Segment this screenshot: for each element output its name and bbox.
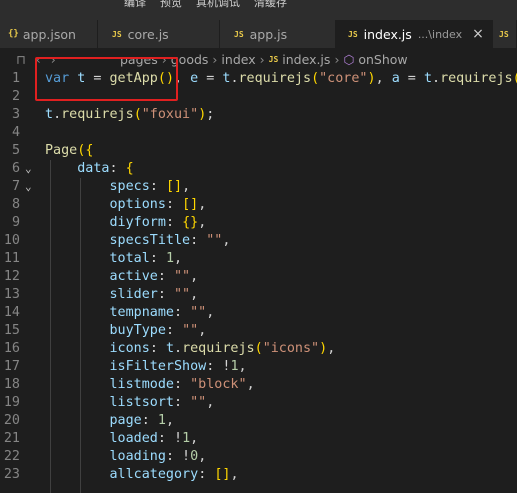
line-number: 21 xyxy=(3,431,20,446)
code-text: allcategory: [], xyxy=(109,467,239,482)
code-line[interactable]: 13 slider: "", xyxy=(0,286,517,304)
tab-core-js[interactable]: JS core.js xyxy=(98,20,220,48)
code-line[interactable]: 15 buyType: "", xyxy=(0,322,517,340)
line-number: 1 xyxy=(11,71,20,86)
line-number: 8 xyxy=(11,197,20,212)
code-line[interactable]: 14 tempname: "", xyxy=(0,304,517,322)
line-number: 10 xyxy=(3,233,20,248)
line-number: 19 xyxy=(3,395,20,410)
code-text: page: 1, xyxy=(109,413,175,428)
code-text: total: 1, xyxy=(109,251,183,266)
line-number: 2 xyxy=(11,89,20,104)
code-text: loaded: !1, xyxy=(109,431,199,446)
code-text: Page({ xyxy=(45,143,94,158)
chevron-right-icon: › xyxy=(334,51,340,67)
line-number: 12 xyxy=(3,269,20,284)
line-number: 6 xyxy=(11,161,20,176)
tab-app-json[interactable]: {} app.json xyxy=(0,20,98,48)
tab-path: ...\index xyxy=(417,27,463,41)
code-text: t.requirejs("foxui"); xyxy=(45,107,215,122)
code-line[interactable]: 10 specsTitle: "", xyxy=(0,232,517,250)
line-number: 14 xyxy=(3,305,20,320)
compile-button[interactable]: 编译 xyxy=(124,0,146,10)
line-number: 22 xyxy=(3,449,20,464)
code-line[interactable]: 5 Page({ xyxy=(0,142,517,160)
toolbar-items: 编译 预览 真机调试 清缓存 xyxy=(124,0,287,10)
breadcrumb-item[interactable]: index xyxy=(221,52,255,67)
code-line[interactable]: 7 specs: [], xyxy=(0,178,517,196)
code-line[interactable]: 8 options: [], xyxy=(0,196,517,214)
line-number: 15 xyxy=(3,323,20,338)
code-line[interactable]: 3 t.requirejs("foxui"); xyxy=(0,106,517,124)
code-line[interactable]: 19 listsort: "", xyxy=(0,394,517,412)
tab-label: index.js xyxy=(363,26,412,42)
code-line[interactable]: 4 xyxy=(0,124,517,142)
line-number: 9 xyxy=(11,215,20,230)
code-line[interactable]: 11 total: 1, xyxy=(0,250,517,268)
code-line[interactable]: 9 diyform: {}, xyxy=(0,214,517,232)
json-icon: {} xyxy=(8,29,19,39)
line-number: 23 xyxy=(3,467,20,482)
tab-label: app.json xyxy=(22,26,76,42)
tab-index-js[interactable]: JS index.js ...\index × xyxy=(336,20,493,48)
js-icon: JS xyxy=(112,29,122,39)
tab-app-js[interactable]: JS app.js xyxy=(220,20,336,48)
code-text: buyType: "", xyxy=(109,323,207,338)
line-number: 16 xyxy=(3,341,20,356)
line-number: 17 xyxy=(3,359,20,374)
code-text: listsort: "", xyxy=(109,395,215,410)
code-text: options: [], xyxy=(109,197,207,212)
symbol-method-icon: ⬡ xyxy=(343,51,355,67)
line-number: 5 xyxy=(11,143,20,158)
chevron-right-icon: › xyxy=(259,51,265,67)
bookmark-icon[interactable]: ⊓ xyxy=(16,52,26,67)
chevron-right-icon: › xyxy=(212,51,218,67)
code-line[interactable]: 16 icons: t.requirejs("icons"), xyxy=(0,340,517,358)
code-text: specs: [], xyxy=(109,179,191,194)
line-number: 13 xyxy=(3,287,20,302)
device-debug-button[interactable]: 真机调试 xyxy=(196,0,240,10)
code-text: data: { xyxy=(77,161,134,176)
js-icon: JS xyxy=(234,29,244,39)
code-line[interactable]: 18 listmode: "block", xyxy=(0,376,517,394)
code-line[interactable]: 20 page: 1, xyxy=(0,412,517,430)
code-line[interactable]: 23 allcategory: [], xyxy=(0,466,517,484)
close-icon[interactable]: × xyxy=(472,26,484,42)
code-text: icons: t.requirejs("icons"), xyxy=(109,341,336,356)
tab-label: core.js xyxy=(127,26,169,42)
line-number: 3 xyxy=(11,107,20,122)
code-text: diyform: {}, xyxy=(109,215,207,230)
code-line[interactable]: 17 isFilterShow: !1, xyxy=(0,358,517,376)
editor-tab-bar: {} app.json JS core.js JS app.js JS inde… xyxy=(0,20,517,48)
line-number: 11 xyxy=(3,251,20,266)
tab-overflow[interactable]: JS xyxy=(493,20,517,48)
breadcrumb-item[interactable]: index.js xyxy=(282,52,330,67)
code-text: tempname: "", xyxy=(109,305,215,320)
js-icon: JS xyxy=(348,29,358,39)
code-text: active: "", xyxy=(109,269,199,284)
highlight-box xyxy=(35,57,178,101)
code-line[interactable]: 21 loaded: !1, xyxy=(0,430,517,448)
breadcrumb-item[interactable]: onShow xyxy=(358,52,407,67)
code-line[interactable]: 22 loading: !0, xyxy=(0,448,517,466)
tab-label: app.js xyxy=(249,26,288,42)
line-number: 18 xyxy=(3,377,20,392)
code-text: listmode: "block", xyxy=(109,377,255,392)
js-icon: JS xyxy=(268,54,279,64)
code-text: loading: !0, xyxy=(109,449,207,464)
clear-cache-button[interactable]: 清缓存 xyxy=(254,0,287,10)
code-text: slider: "", xyxy=(109,287,199,302)
code-editor[interactable]: ⌄ ⌄ 1 var t = getApp(), e = t.requirejs("… xyxy=(0,70,517,493)
code-text: isFilterShow: !1, xyxy=(109,359,247,374)
js-icon: JS xyxy=(499,29,509,39)
preview-button[interactable]: 预览 xyxy=(160,0,182,10)
line-number: 20 xyxy=(3,413,20,428)
code-line[interactable]: 12 active: "", xyxy=(0,268,517,286)
line-number: 4 xyxy=(11,125,20,140)
code-text: specsTitle: "", xyxy=(109,233,231,248)
line-number: 7 xyxy=(11,179,20,194)
top-toolbar: 编译 预览 真机调试 清缓存 xyxy=(0,0,517,20)
code-line[interactable]: 6 data: { xyxy=(0,160,517,178)
